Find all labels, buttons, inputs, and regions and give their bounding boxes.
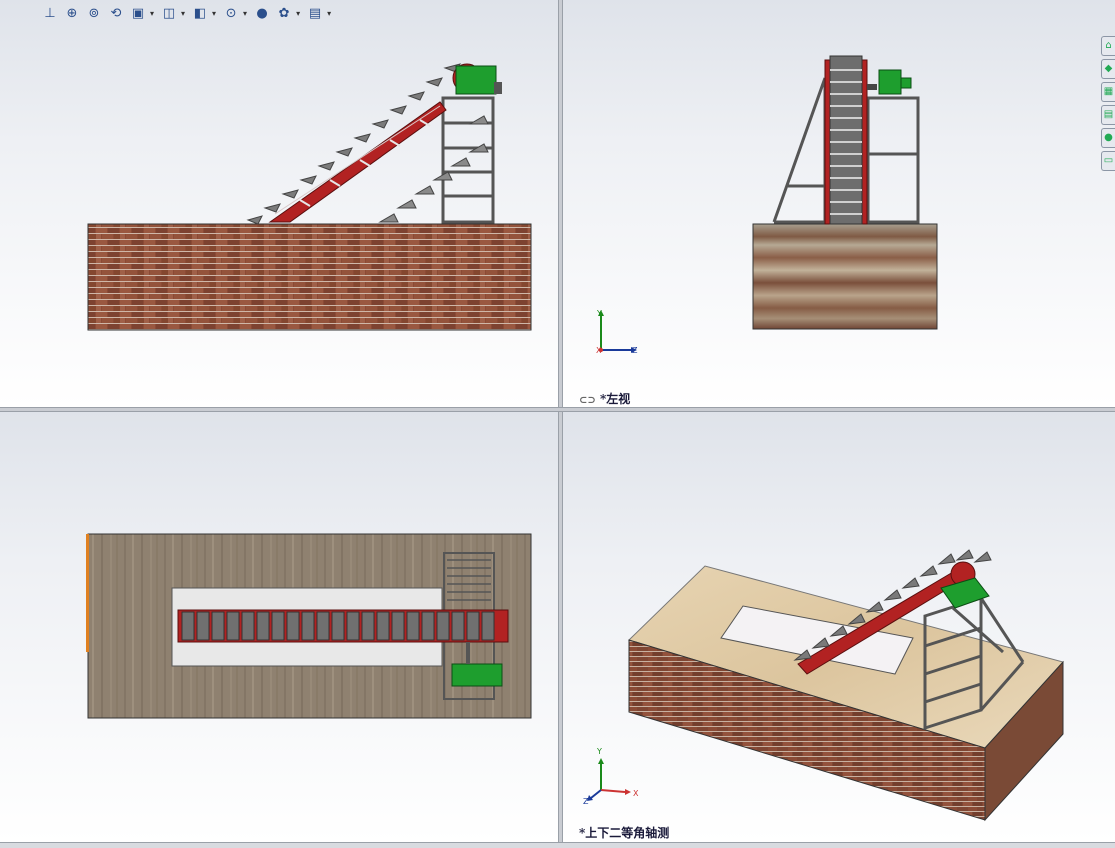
head-drive xyxy=(452,63,502,95)
display-style-icon[interactable]: ◧ xyxy=(190,3,210,23)
standard-views-icon[interactable]: ⊥ xyxy=(40,3,60,23)
apply-scene-icon[interactable]: ✿ xyxy=(274,3,294,23)
dropdown-caret-icon[interactable]: ▾ xyxy=(181,9,185,18)
link-icon: ⊂⊃ xyxy=(579,395,596,406)
front-view-model xyxy=(87,63,532,331)
trimetric-view-label: *上下二等角轴测 xyxy=(579,826,670,840)
custom-properties-tab[interactable]: ▭ xyxy=(1101,151,1115,171)
view-name-left: ⊂⊃ *左视 xyxy=(579,390,630,407)
top-view-model xyxy=(86,533,532,719)
buckets-lower xyxy=(378,115,489,223)
conveyor-truss xyxy=(268,101,447,223)
triad-y-label: Y xyxy=(596,309,602,318)
triad-x-label: X xyxy=(596,346,602,355)
appearances-tab[interactable]: ● xyxy=(1101,128,1115,148)
elevator-belt xyxy=(824,55,868,225)
viewport-front[interactable]: ⊥ ⊕ ⊚ ⟲ ▣ ▾ ◫ ▾ ◧ ▾ ⊙ ▾ ● ✿ ▾ ▤ ▾ xyxy=(0,0,558,407)
triad-3d-y-label: Y xyxy=(596,747,602,756)
section-view-icon[interactable]: ▣ xyxy=(128,3,148,23)
triad-3d-x-label: X xyxy=(633,789,639,798)
dropdown-caret-icon[interactable]: ▾ xyxy=(212,9,216,18)
trimetric-view-model: Y X Z xyxy=(583,549,1064,822)
viewport-top-view[interactable] xyxy=(0,412,558,842)
buckets-upper xyxy=(246,63,461,225)
left-view-model: Y X Z xyxy=(596,55,938,355)
dropdown-caret-icon[interactable]: ▾ xyxy=(150,9,154,18)
home-tab[interactable]: ⌂ xyxy=(1101,36,1115,56)
brick-foundation xyxy=(87,223,532,331)
task-pane-tabs: ⌂ ◆ ▦ ▤ ● ▭ xyxy=(1101,36,1115,171)
view-settings-icon[interactable]: ▤ xyxy=(305,3,325,23)
drive-motor xyxy=(867,69,912,95)
zoom-to-area-icon[interactable]: ⊚ xyxy=(84,3,104,23)
design-library-tab[interactable]: ▦ xyxy=(1101,82,1115,102)
previous-view-icon[interactable]: ⟲ xyxy=(106,3,126,23)
triad-z-label: Z xyxy=(632,346,638,355)
support-tower xyxy=(441,96,495,224)
edit-appearance-icon[interactable]: ● xyxy=(252,3,272,23)
viewport-left-view[interactable]: Y X Z ⌂ ◆ ▦ ▤ ● ▭ ⊂⊃ *左视 xyxy=(563,0,1115,407)
dropdown-caret-icon[interactable]: ▾ xyxy=(296,9,300,18)
dropdown-caret-icon[interactable]: ▾ xyxy=(243,9,247,18)
left-view-label: *左视 xyxy=(599,392,631,406)
viewport-trimetric-view[interactable]: Y X Z *上下二等角轴测 xyxy=(563,412,1115,842)
file-explorer-tab[interactable]: ▤ xyxy=(1101,105,1115,125)
dropdown-caret-icon[interactable]: ▾ xyxy=(327,9,331,18)
hide-show-items-icon[interactable]: ⊙ xyxy=(221,3,241,23)
zoom-to-fit-icon[interactable]: ⊕ xyxy=(62,3,82,23)
resources-tab[interactable]: ◆ xyxy=(1101,59,1115,79)
heads-up-view-toolbar: ⊥ ⊕ ⊚ ⟲ ▣ ▾ ◫ ▾ ◧ ▾ ⊙ ▾ ● ✿ ▾ ▤ ▾ xyxy=(40,2,334,24)
orange-edge-marker xyxy=(86,534,89,652)
viewport-splitter-vertical[interactable] xyxy=(558,0,563,842)
triad-3d-z-label: Z xyxy=(583,797,589,806)
viewport-splitter-horizontal[interactable] xyxy=(0,407,1115,412)
coordinate-triad-3d xyxy=(587,758,631,801)
conveyor-top xyxy=(177,609,509,643)
bottom-scroll-strip xyxy=(0,842,1115,848)
view-orientation-icon[interactable]: ◫ xyxy=(159,3,179,23)
foundation-side xyxy=(752,223,938,330)
